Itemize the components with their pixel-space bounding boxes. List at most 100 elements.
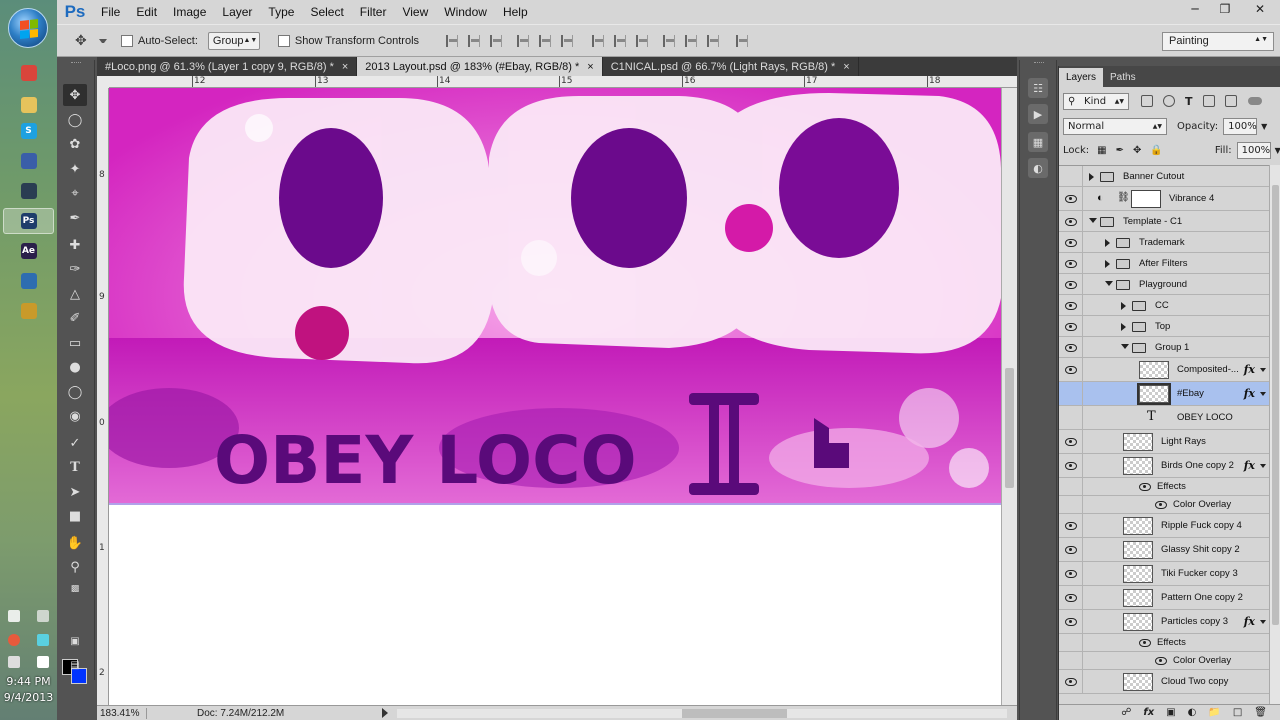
layer-fx-icon[interactable]: fx	[1244, 387, 1255, 400]
visibility-toggle[interactable]	[1059, 634, 1083, 651]
opacity-dropdown-icon[interactable]: ▼	[1261, 122, 1267, 131]
panel-grip[interactable]	[71, 62, 81, 65]
expand-closed-icon[interactable]	[1121, 301, 1126, 310]
align-left-icon[interactable]	[517, 34, 530, 47]
battery-icon[interactable]	[8, 656, 21, 668]
eye-icon[interactable]	[1065, 301, 1077, 310]
expand-open-icon[interactable]	[1121, 343, 1129, 349]
adjustments-icon[interactable]: ◐	[1028, 158, 1048, 178]
canvas-vertical-scrollbar[interactable]	[1001, 88, 1017, 705]
eye-icon[interactable]	[1065, 522, 1077, 530]
layer-row[interactable]: Ripple Fuck copy 4	[1059, 514, 1269, 538]
canvas-horizontal-scrollbar[interactable]	[397, 709, 1007, 718]
visibility-toggle[interactable]	[1059, 406, 1083, 429]
visibility-toggle[interactable]	[1059, 337, 1083, 357]
layer-row[interactable]: Light Rays	[1059, 430, 1269, 454]
eye-icon[interactable]	[1065, 322, 1077, 331]
expand-closed-icon[interactable]	[1121, 322, 1126, 331]
layer-row[interactable]: ◐ ⛓ Vibrance 4	[1059, 187, 1269, 211]
add-mask-icon[interactable]: ▣	[1166, 707, 1175, 718]
zoom-tool-icon[interactable]: ⚲	[63, 556, 87, 578]
layer-name[interactable]: Effects	[1157, 481, 1186, 492]
menu-layer[interactable]: Layer	[214, 5, 260, 19]
taskbar-app-button[interactable]	[3, 148, 54, 174]
layer-fx-icon[interactable]: fx	[1244, 363, 1255, 376]
layer-thumbnail[interactable]	[1137, 383, 1171, 405]
filter-toggle-icon[interactable]	[1247, 97, 1262, 105]
layer-name[interactable]: Template - C1	[1123, 216, 1182, 227]
clone-stamp-tool-icon[interactable]: △	[63, 283, 87, 305]
layer-row[interactable]: Composited-... fx	[1059, 358, 1269, 382]
layer-name[interactable]: Top	[1155, 321, 1170, 332]
path-select-tool-icon[interactable]: ➤	[63, 481, 87, 503]
layer-name[interactable]: Tiki Fucker copy 3	[1161, 568, 1238, 579]
auto-select-checkbox[interactable]: Auto-Select:	[121, 34, 198, 47]
close-tab-icon[interactable]: ×	[587, 61, 593, 73]
expand-closed-icon[interactable]	[1105, 259, 1110, 268]
layer-row[interactable]: Template - C1	[1059, 211, 1269, 232]
type-tool-icon[interactable]: T	[63, 456, 87, 478]
fx-expand-icon[interactable]	[1260, 368, 1266, 372]
layer-row[interactable]: Pattern One copy 2	[1059, 586, 1269, 610]
align-top-icon[interactable]	[446, 34, 459, 47]
swatches-icon[interactable]: ▦	[1028, 132, 1048, 152]
horizontal-ruler[interactable]: 12 13 14 15 16 17 18	[109, 76, 1017, 88]
scroll-thumb[interactable]	[1005, 368, 1014, 488]
checkbox-icon[interactable]	[277, 34, 290, 47]
layer-name[interactable]: Effects	[1157, 637, 1186, 648]
lock-image-icon[interactable]: ✒	[1116, 145, 1124, 156]
layers-scrollbar[interactable]	[1269, 165, 1280, 705]
expand-closed-icon[interactable]	[1105, 238, 1110, 247]
eye-icon[interactable]	[1065, 366, 1077, 374]
distribute-right-icon[interactable]	[707, 34, 720, 47]
layer-thumbnail[interactable]	[1123, 457, 1153, 475]
blur-tool-icon[interactable]: ◯	[63, 381, 87, 403]
quick-select-tool-icon[interactable]: ✦	[63, 158, 87, 180]
network-tray-icon[interactable]	[36, 634, 49, 646]
checkbox-icon[interactable]	[121, 34, 133, 47]
workspace-dropdown[interactable]: Painting ▲▼	[1162, 32, 1274, 51]
history-brush-tool-icon[interactable]: ✐	[63, 307, 87, 329]
brush-tool-icon[interactable]: ✑	[63, 258, 87, 280]
distribute-bottom-icon[interactable]	[636, 34, 649, 47]
visibility-toggle[interactable]	[1059, 253, 1083, 273]
visibility-toggle[interactable]	[1059, 430, 1083, 453]
lock-position-icon[interactable]: ✥	[1133, 145, 1141, 156]
document-tab[interactable]: C1NICAL.psd @ 66.7% (Light Rays, RGB/8) …	[603, 57, 859, 76]
mask-link-icon[interactable]: ⛓	[1117, 192, 1130, 203]
layer-row[interactable]: Cloud Two copy	[1059, 670, 1269, 694]
taskbar-app-button[interactable]	[3, 298, 54, 324]
eraser-tool-icon[interactable]: ▭	[63, 332, 87, 354]
zoom-level[interactable]: 183.41%	[97, 707, 147, 719]
speaker-icon[interactable]	[36, 610, 49, 622]
visibility-toggle[interactable]	[1059, 316, 1083, 336]
visibility-toggle[interactable]	[1059, 211, 1083, 231]
layer-thumbnail[interactable]	[1139, 361, 1169, 379]
visibility-toggle[interactable]	[1059, 232, 1083, 252]
layer-effects-row[interactable]: Effects	[1059, 478, 1269, 496]
taskbar-app-button[interactable]: Ps	[3, 208, 54, 234]
lasso-tool-icon[interactable]: ✿	[63, 133, 87, 155]
layer-row[interactable]: CC	[1059, 295, 1269, 316]
actions-icon[interactable]: ▶	[1028, 104, 1048, 124]
signal-icon[interactable]	[36, 656, 49, 668]
paint-bucket-tool-icon[interactable]: ●	[63, 356, 87, 378]
move-tool-icon[interactable]: ✥	[63, 84, 87, 106]
menu-file[interactable]: File	[93, 5, 128, 19]
restore-icon[interactable]: ❐	[1210, 0, 1240, 18]
layer-row[interactable]: Top	[1059, 316, 1269, 337]
auto-align-icon[interactable]	[736, 34, 749, 47]
layer-fx-icon[interactable]: fx	[1244, 615, 1255, 628]
eye-icon[interactable]	[1065, 343, 1077, 352]
layer-thumbnail[interactable]	[1123, 541, 1153, 559]
visibility-toggle[interactable]	[1059, 538, 1083, 561]
new-adjustment-icon[interactable]: ◐	[1188, 707, 1197, 718]
layer-effect-row[interactable]: Color Overlay	[1059, 652, 1269, 670]
layer-name[interactable]: OBEY LOCO	[1177, 412, 1233, 423]
effect-eye-icon[interactable]	[1155, 657, 1167, 665]
fx-expand-icon[interactable]	[1260, 464, 1266, 468]
distribute-hcenter-icon[interactable]	[685, 34, 698, 47]
expand-open-icon[interactable]	[1089, 217, 1097, 223]
taskbar-app-button[interactable]	[3, 178, 54, 204]
visibility-toggle[interactable]	[1059, 652, 1083, 669]
